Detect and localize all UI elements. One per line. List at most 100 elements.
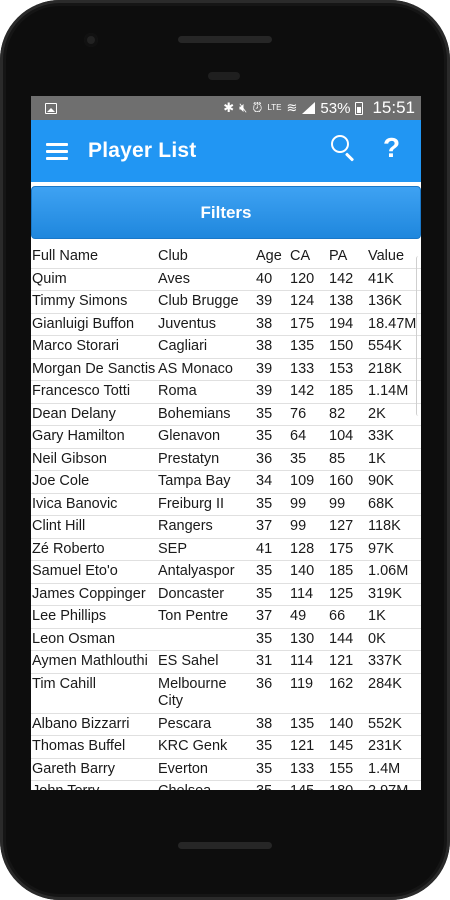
player-age: 35	[255, 493, 289, 516]
player-pa: 162	[328, 673, 367, 714]
player-age: 37	[255, 515, 289, 539]
header-club[interactable]: Club	[157, 246, 255, 269]
header-age[interactable]: Age	[255, 246, 289, 269]
table-row[interactable]: Thomas Buffel KRC Genk 35 121 145 231K	[31, 735, 421, 759]
filters-button[interactable]: Filters	[31, 186, 421, 239]
search-icon[interactable]	[331, 135, 357, 163]
player-club: Rangers	[157, 515, 255, 539]
player-value: 337K	[367, 650, 421, 674]
player-ca: 124	[289, 290, 328, 314]
player-pa: 99	[328, 493, 367, 516]
player-pa: 127	[328, 515, 367, 539]
player-name: Clint Hill	[31, 515, 157, 539]
table-row[interactable]: Leon Osman 35 130 144 0K	[31, 628, 421, 651]
player-name: Gareth Barry	[31, 758, 157, 781]
player-age: 39	[255, 290, 289, 314]
table-row[interactable]: Clint Hill Rangers 37 99 127 118K	[31, 515, 421, 539]
player-club: Chelsea	[157, 780, 255, 790]
bluetooth-icon: ✱	[223, 100, 235, 115]
player-value: 2.97M	[367, 780, 421, 790]
player-club: Glenavon	[157, 425, 255, 449]
status-bar: ✱ 🔇︎ ⏰︎ LTE ≋ 53% 15:51	[31, 96, 421, 120]
table-row[interactable]: Dean Delany Bohemians 35 76 82 2K	[31, 403, 421, 426]
player-name: Marco Storari	[31, 335, 157, 359]
table-row[interactable]: Neil Gibson Prestatyn 36 35 85 1K	[31, 448, 421, 471]
player-pa: 175	[328, 538, 367, 561]
table-row[interactable]: Lee Phillips Ton Pentre 37 49 66 1K	[31, 605, 421, 629]
player-pa: 104	[328, 425, 367, 449]
table-row[interactable]: Aymen Mathlouthi ES Sahel 31 114 121 337K	[31, 650, 421, 674]
player-value: 90K	[367, 470, 421, 494]
table-row[interactable]: Albano Bizzarri Pescara 38 135 140 552K	[31, 713, 421, 736]
player-age: 34	[255, 470, 289, 494]
table-row[interactable]: Tim Cahill Melbourne City 36 119 162 284K	[31, 673, 421, 714]
page-title: Player List	[88, 139, 197, 162]
player-name: Samuel Eto'o	[31, 560, 157, 584]
player-name: Morgan De Sanctis	[31, 358, 157, 381]
header-pa[interactable]: PA	[328, 246, 367, 269]
alarm-icon: ⏰︎	[252, 100, 263, 115]
image-notification-icon	[45, 102, 57, 114]
player-name: Quim	[31, 268, 157, 291]
menu-icon[interactable]	[46, 143, 68, 160]
player-ca: 145	[289, 780, 328, 790]
player-club: Pescara	[157, 713, 255, 736]
player-value: 136K	[367, 290, 421, 314]
player-age: 31	[255, 650, 289, 674]
player-table[interactable]: Full Name Club Age CA PA Value Quim Aves 4…	[31, 246, 421, 790]
table-row[interactable]: Gareth Barry Everton 35 133 155 1.4M	[31, 758, 421, 781]
table-row[interactable]: Ivica Banovic Freiburg II 35 99 99 68K	[31, 493, 421, 516]
player-value: 231K	[367, 735, 421, 759]
player-ca: 121	[289, 735, 328, 759]
player-ca: 114	[289, 583, 328, 606]
player-ca: 140	[289, 560, 328, 584]
status-time: 15:51	[372, 98, 415, 117]
player-ca: 99	[289, 493, 328, 516]
player-club: Prestatyn	[157, 448, 255, 471]
table-row[interactable]: Gianluigi Buffon Juventus 38 175 194 18.47M	[31, 313, 421, 336]
table-row[interactable]: Marco Storari Cagliari 38 135 150 554K	[31, 335, 421, 359]
table-row[interactable]: Joe Cole Tampa Bay 34 109 160 90K	[31, 470, 421, 494]
player-pa: 160	[328, 470, 367, 494]
player-age: 35	[255, 758, 289, 781]
player-ca: 133	[289, 758, 328, 781]
table-row[interactable]: Timmy Simons Club Brugge 39 124 138 136K	[31, 290, 421, 314]
network-type: LTE	[267, 103, 282, 112]
player-ca: 135	[289, 713, 328, 736]
player-pa: 194	[328, 313, 367, 336]
player-club: Ton Pentre	[157, 605, 255, 629]
player-age: 36	[255, 448, 289, 471]
table-row[interactable]: Quim Aves 40 120 142 41K	[31, 268, 421, 291]
table-row[interactable]: John TerryChelsea351451802.97M	[31, 780, 421, 790]
help-icon[interactable]: ?	[383, 132, 400, 164]
table-row[interactable]: James Coppinger Doncaster 35 114 125 319K	[31, 583, 421, 606]
table-row[interactable]: Francesco Totti Roma 39 142 185 1.14M	[31, 380, 421, 404]
player-name: Ivica Banovic	[31, 493, 157, 516]
player-pa: 153	[328, 358, 367, 381]
table-row[interactable]: Morgan De Sanctis AS Monaco 39 133 153 218K	[31, 358, 421, 381]
player-club: Club Brugge	[157, 290, 255, 314]
bottom-speaker	[178, 842, 272, 849]
wifi-icon: ≋	[286, 100, 298, 115]
player-ca: 135	[289, 335, 328, 359]
table-row[interactable]: Samuel Eto'o Antalyaspor 35 140 185 1.06M	[31, 560, 421, 584]
player-ca: 142	[289, 380, 328, 404]
player-club: Roma	[157, 380, 255, 404]
player-club: Freiburg II	[157, 493, 255, 516]
player-club: Doncaster	[157, 583, 255, 606]
header-ca[interactable]: CA	[289, 246, 328, 269]
table-row[interactable]: Zé Roberto SEP 41 128 175 97K	[31, 538, 421, 561]
player-club: Antalyaspor	[157, 560, 255, 584]
player-ca: 133	[289, 358, 328, 381]
player-age: 39	[255, 358, 289, 381]
player-club: Everton	[157, 758, 255, 781]
player-pa: 138	[328, 290, 367, 314]
player-value: 1K	[367, 448, 421, 471]
table-row[interactable]: Gary Hamilton Glenavon 35 64 104 33K	[31, 425, 421, 449]
front-camera	[84, 33, 98, 47]
header-value[interactable]: Value	[367, 246, 421, 269]
player-pa: 185	[328, 560, 367, 584]
header-full-name[interactable]: Full Name	[31, 246, 157, 269]
player-ca: 130	[289, 628, 328, 651]
player-age: 38	[255, 313, 289, 336]
